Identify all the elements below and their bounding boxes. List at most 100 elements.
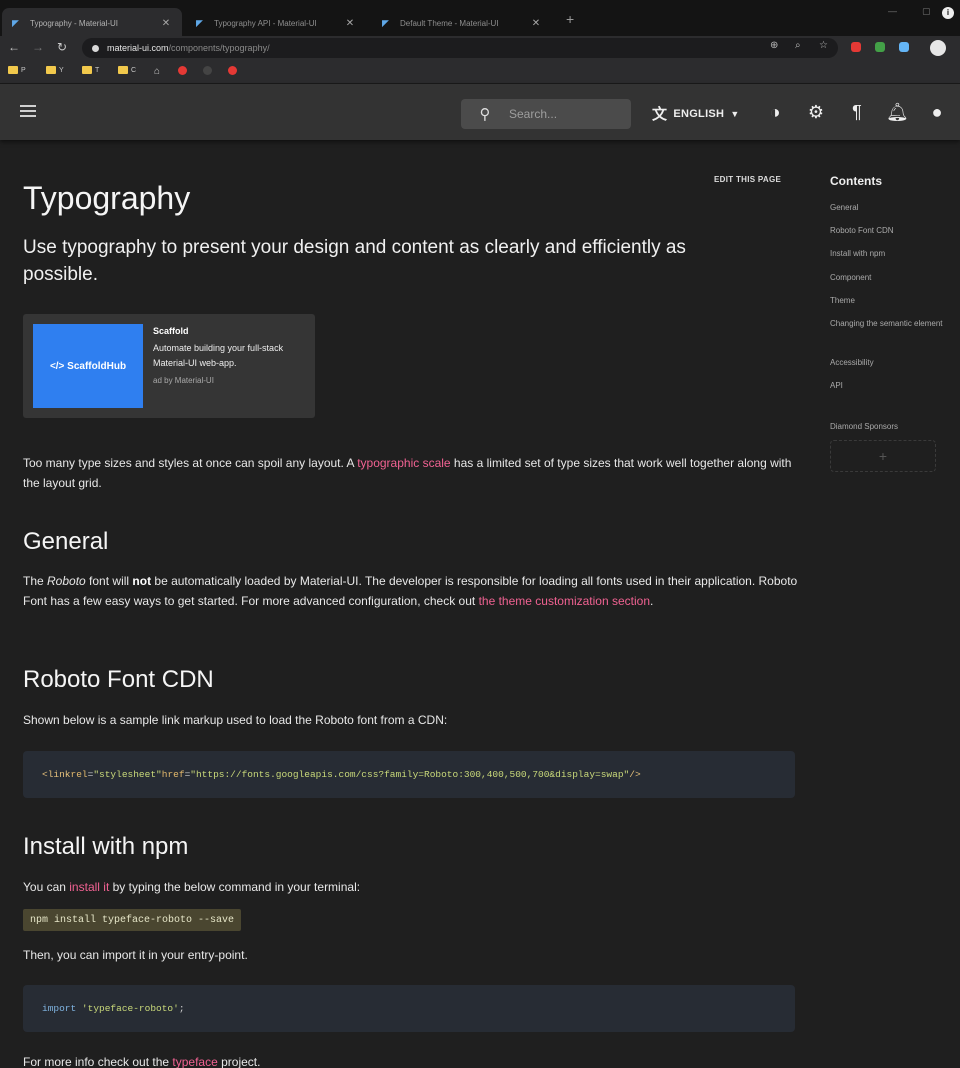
folder-icon — [46, 66, 56, 74]
minimize-icon[interactable]: — — [888, 6, 897, 16]
browser-tab[interactable]: ◤ Typography API - Material-UI ✕ — [186, 8, 366, 38]
bookmark-site[interactable] — [178, 66, 190, 75]
forward-icon[interactable]: → — [32, 40, 44, 54]
bookmark-folder[interactable]: P — [8, 66, 26, 74]
folder-icon — [82, 66, 92, 74]
typographic-scale-link[interactable]: typographic scale — [357, 456, 450, 470]
toc-item-api[interactable]: API — [830, 378, 950, 394]
ad-byline: ad by Material-UI — [153, 376, 214, 385]
tab-title: Typography - Material-UI — [30, 18, 119, 28]
bookmark-label: T — [95, 66, 100, 74]
star-icon[interactable]: ☆ — [819, 40, 828, 51]
bell-icon[interactable]: 🔔︎ — [886, 101, 909, 123]
text-strong: not — [132, 574, 152, 588]
toc-item-semantic-element[interactable]: Changing the semantic element — [830, 316, 950, 332]
reload-icon[interactable]: ↻ — [57, 40, 67, 54]
text: font will — [85, 574, 133, 588]
location-icon[interactable]: ⊕ — [770, 40, 778, 51]
info-icon[interactable]: i — [942, 7, 954, 19]
tab-title: Default Theme - Material-UI — [400, 18, 499, 28]
bookmark-folder[interactable]: C — [118, 66, 136, 74]
code-token: /> — [629, 769, 641, 780]
page-subtitle: Use typography to present your design an… — [23, 237, 686, 285]
close-icon[interactable]: ✕ — [160, 18, 172, 29]
toc-item-roboto-cdn[interactable]: Roboto Font CDN — [830, 223, 950, 239]
avatar[interactable] — [930, 40, 946, 56]
text: For more info check out the — [23, 1055, 173, 1068]
install-it-link[interactable]: install it — [69, 880, 109, 894]
section-heading-general: General — [23, 528, 109, 555]
ad-image[interactable]: </> ScaffoldHub — [33, 324, 143, 408]
bookmark-site[interactable] — [228, 66, 240, 75]
code-block-import[interactable]: import 'typeface-roboto'; — [23, 985, 795, 1032]
back-icon[interactable]: ← — [8, 40, 20, 54]
browser-tab[interactable]: ◤ Typography - Material-UI ✕ — [2, 8, 182, 38]
bookmark-site[interactable] — [203, 66, 215, 75]
menu-icon[interactable] — [18, 102, 38, 122]
sponsor-placeholder[interactable]: + — [830, 440, 936, 472]
intro-paragraph: Too many type sizes and styles at once c… — [23, 453, 798, 493]
mui-favicon-icon: ◤ — [382, 18, 389, 28]
code-token: 'typeface-roboto' — [81, 1003, 179, 1014]
extension-icon[interactable] — [851, 42, 861, 52]
close-icon[interactable]: ✕ — [530, 18, 542, 29]
code-token: "https://fonts.googleapis.com/css?family… — [190, 769, 630, 780]
code-block-cdn[interactable]: <link rel = "stylesheet" href = "https://fon… — [23, 751, 795, 798]
edit-page-link[interactable]: EDIT THIS PAGE — [714, 175, 781, 184]
mui-favicon-icon: ◤ — [196, 18, 203, 28]
home-icon[interactable]: ⌂ — [154, 66, 160, 77]
language-label: ENGLISH — [673, 107, 725, 120]
lock-icon — [92, 44, 99, 52]
search-icon: ⚲ — [479, 106, 491, 123]
typeface-paragraph: For more info check out the typeface pro… — [23, 1052, 798, 1068]
new-tab-icon[interactable]: + — [566, 11, 574, 27]
bookmark-folder[interactable]: T — [82, 66, 99, 74]
close-icon[interactable]: ✕ — [344, 18, 356, 29]
search-input[interactable] — [509, 107, 619, 121]
search-box[interactable]: ⚲ — [461, 99, 631, 129]
text: You can — [23, 880, 70, 894]
section-heading-install-npm: Install with npm — [23, 833, 189, 860]
github-icon[interactable]: ● — [926, 101, 948, 123]
folder-icon — [118, 66, 128, 74]
npm-paragraph: You can install it by typing the below c… — [23, 877, 798, 897]
address-bar[interactable]: material-ui.com /components/typography/ — [82, 38, 838, 58]
toc-item-theme[interactable]: Theme — [830, 293, 950, 309]
text: project. — [217, 1055, 261, 1068]
folder-icon — [8, 66, 18, 74]
code-token: "stylesheet" — [93, 769, 162, 780]
maximize-icon[interactable]: ▢ — [922, 6, 931, 17]
code-token: href — [161, 769, 185, 780]
typeface-link[interactable]: typeface — [172, 1055, 217, 1068]
npm-command-code[interactable]: npm install typeface-roboto --save — [23, 909, 242, 931]
browser-tabstrip: ◤ Typography - Material-UI ✕ ◤ Typograph… — [0, 0, 960, 38]
mui-favicon-icon: ◤ — [12, 18, 19, 28]
site-icon — [228, 66, 237, 75]
url-host: material-ui.com — [107, 43, 169, 53]
text: . — [650, 594, 654, 608]
code-token: rel — [70, 769, 88, 780]
bookmark-folder[interactable]: Y — [46, 66, 64, 74]
text: The — [23, 574, 48, 588]
extension-icon[interactable] — [899, 42, 909, 52]
toc-item-accessibility[interactable]: Accessibility — [830, 355, 950, 371]
theme-customization-link[interactable]: the theme customization section — [479, 594, 650, 608]
zoom-icon[interactable]: ⌕ — [795, 40, 801, 51]
browser-tab[interactable]: ◤ Default Theme - Material-UI ✕ — [372, 8, 552, 38]
theme-toggle-icon[interactable]: ◑ — [764, 101, 786, 123]
toc-title: Contents — [830, 174, 882, 188]
site-icon — [178, 66, 187, 75]
ad-description[interactable]: Automate building your full-stack Materi… — [153, 341, 308, 371]
toc-item-general[interactable]: General — [830, 200, 950, 216]
ad-title[interactable]: Scaffold — [153, 326, 189, 336]
cdn-paragraph: Shown below is a sample link markup used… — [23, 713, 448, 727]
ad-card[interactable]: </> ScaffoldHub Scaffold Automate buildi… — [23, 314, 315, 418]
general-paragraph: The Roboto font will not be automaticall… — [23, 571, 798, 611]
toc-item-component[interactable]: Component — [830, 270, 950, 286]
toc-item-install-npm[interactable]: Install with npm — [830, 246, 950, 262]
text-direction-icon[interactable]: ¶ — [846, 101, 868, 123]
shield-icon[interactable] — [875, 42, 885, 52]
gear-icon[interactable]: ⚙ — [805, 101, 827, 123]
text-emphasis: Roboto — [47, 574, 86, 588]
language-menu[interactable]: 文 ENGLISH ▼ — [652, 103, 740, 124]
